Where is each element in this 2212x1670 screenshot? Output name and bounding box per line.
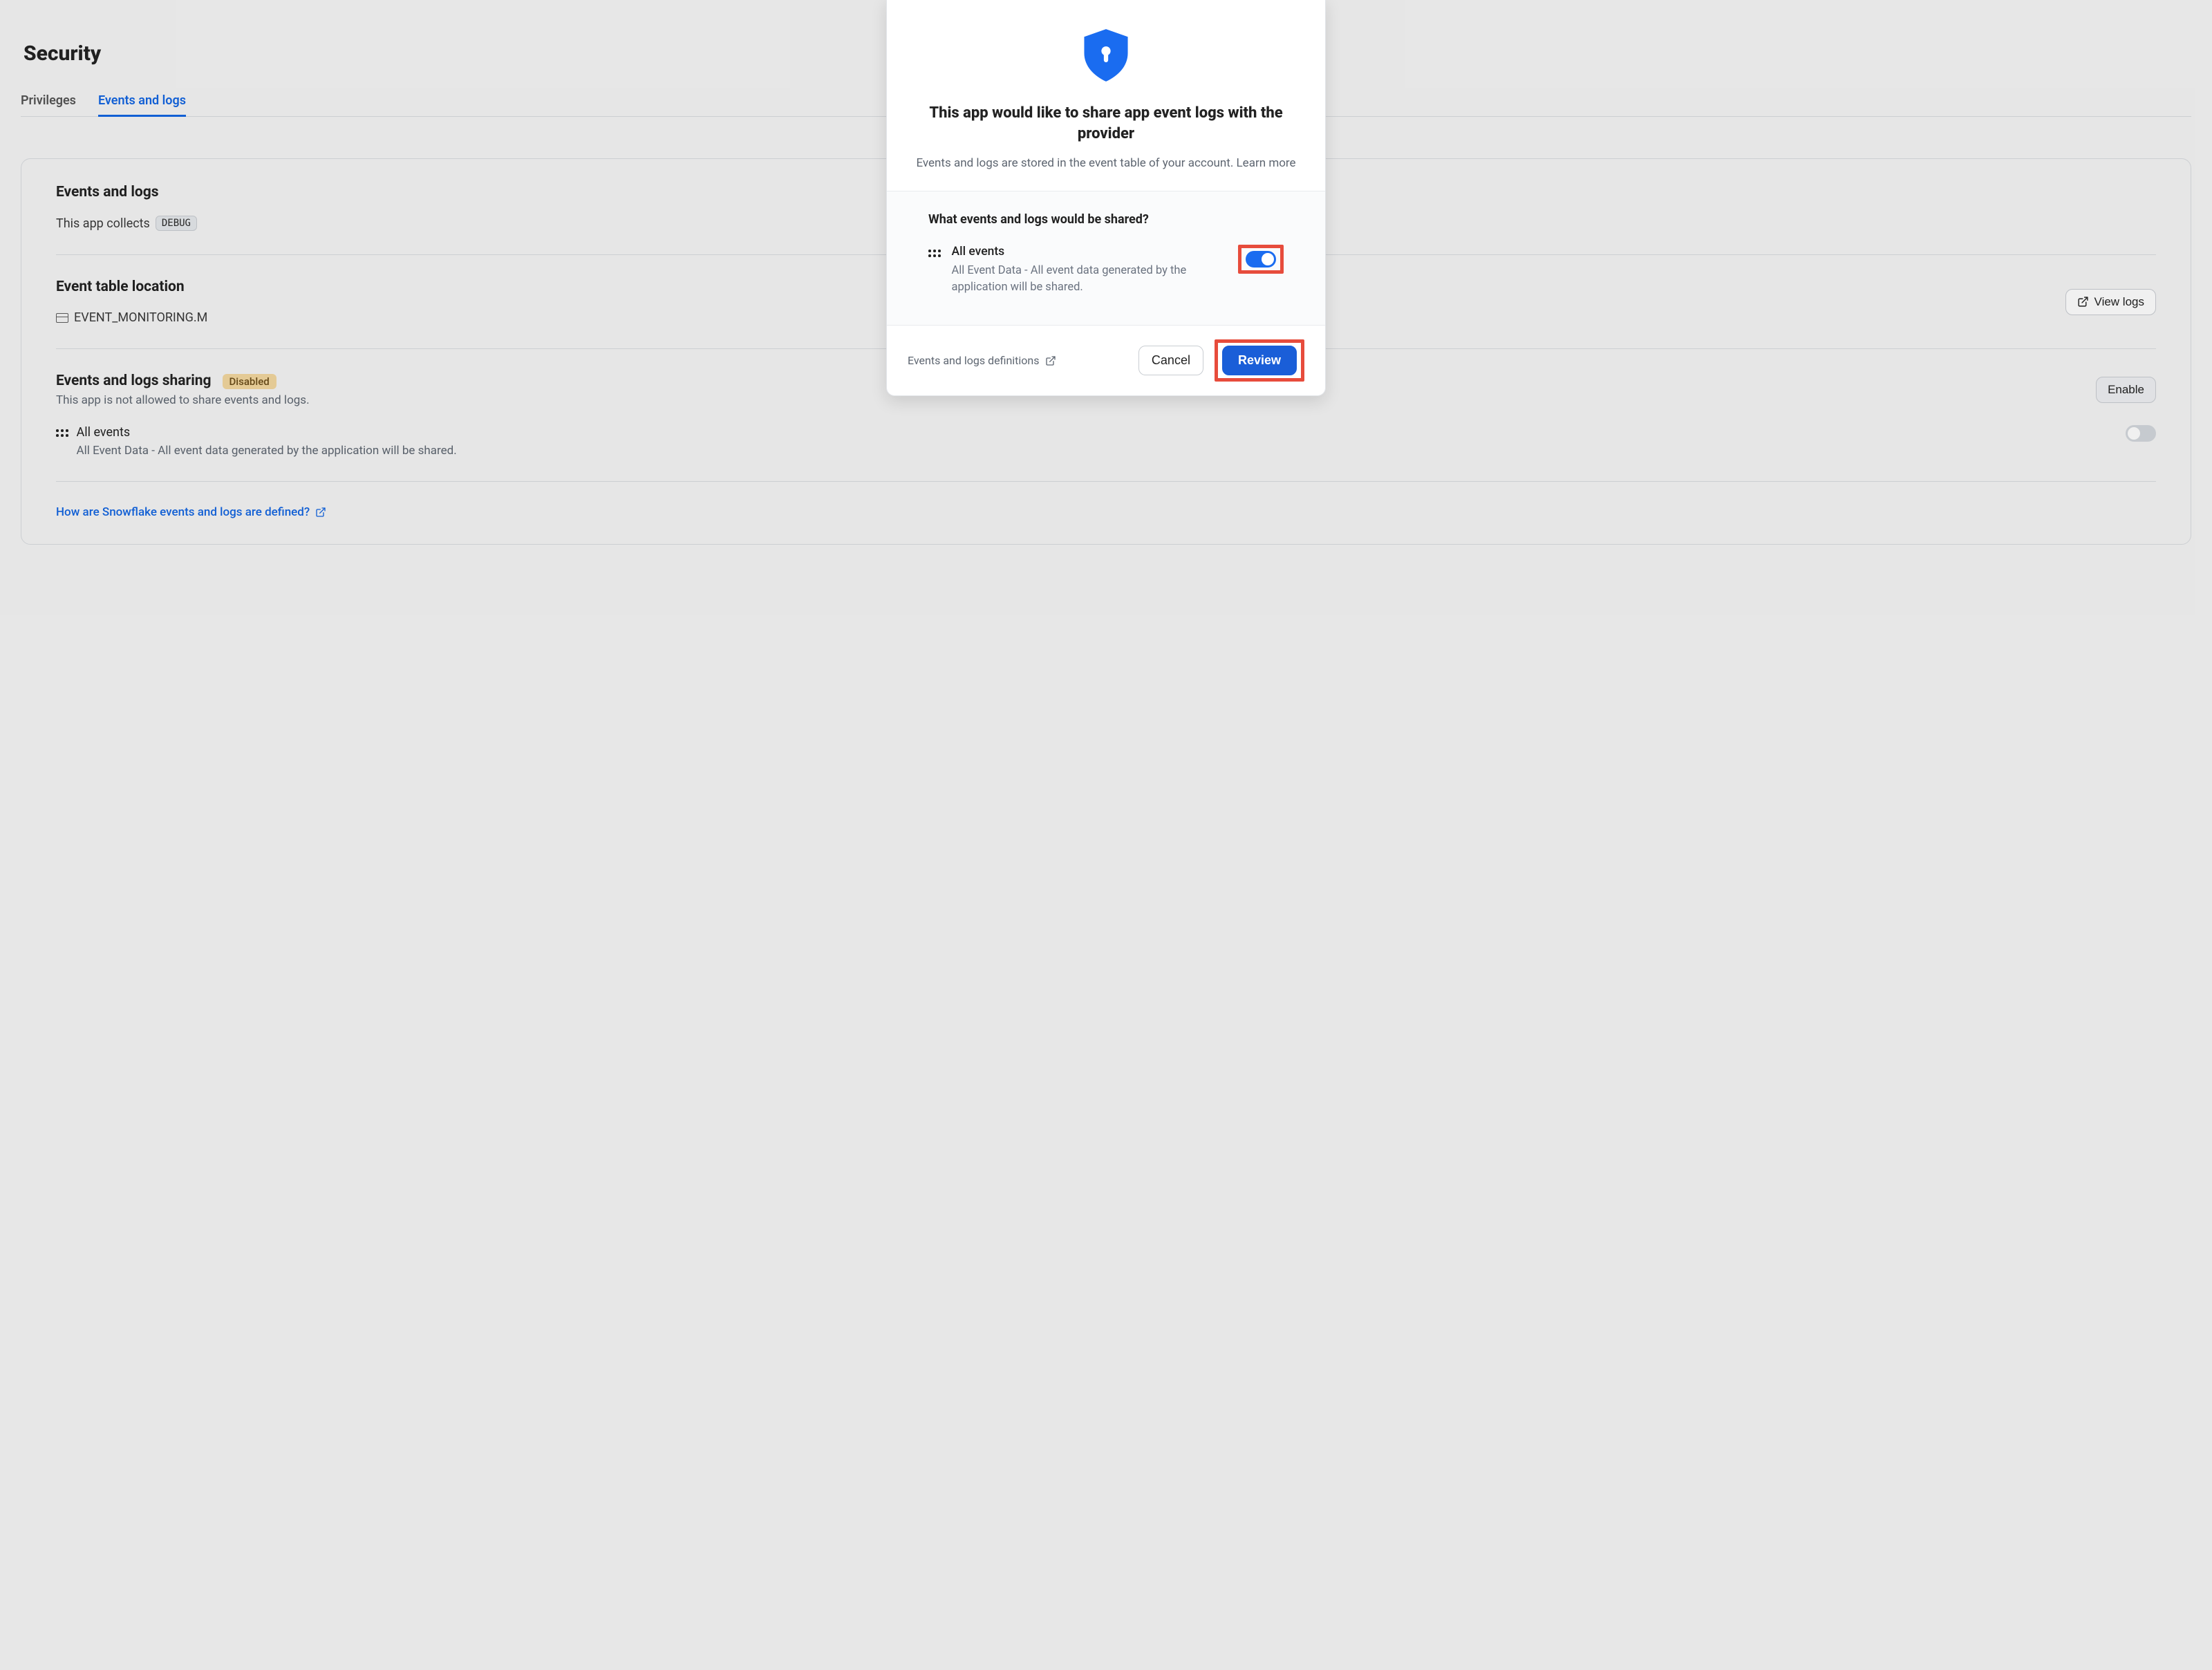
modal-footer: Events and logs definitions Cancel Revie…	[887, 325, 1325, 395]
drag-handle-icon	[928, 250, 941, 257]
highlight-toggle	[1238, 245, 1284, 274]
definitions-link[interactable]: Events and logs definitions	[908, 354, 1056, 367]
shield-lock-icon	[1079, 27, 1133, 84]
modal-event-desc: All Event Data - All event data generate…	[952, 263, 1215, 296]
modal-title: This app would like to share app event l…	[915, 103, 1297, 144]
modal-subtitle: Events and logs are stored in the event …	[915, 156, 1297, 170]
cancel-button[interactable]: Cancel	[1138, 346, 1203, 375]
external-link-icon	[1045, 355, 1056, 366]
modal-overlay[interactable]: This app would like to share app event l…	[0, 0, 2212, 1670]
review-button[interactable]: Review	[1222, 346, 1297, 375]
modal-all-events-toggle[interactable]	[1246, 251, 1276, 268]
modal-event-title: All events	[952, 245, 1228, 259]
learn-more-link[interactable]: Learn more	[1237, 156, 1296, 170]
definitions-link-label: Events and logs definitions	[908, 354, 1040, 367]
share-events-modal: This app would like to share app event l…	[886, 0, 1326, 396]
modal-body: What events and logs would be shared? Al…	[887, 191, 1325, 325]
modal-question: What events and logs would be shared?	[928, 212, 1284, 227]
modal-subtitle-text: Events and logs are stored in the event …	[916, 156, 1236, 170]
modal-header: This app would like to share app event l…	[887, 0, 1325, 191]
highlight-review: Review	[1215, 339, 1304, 382]
